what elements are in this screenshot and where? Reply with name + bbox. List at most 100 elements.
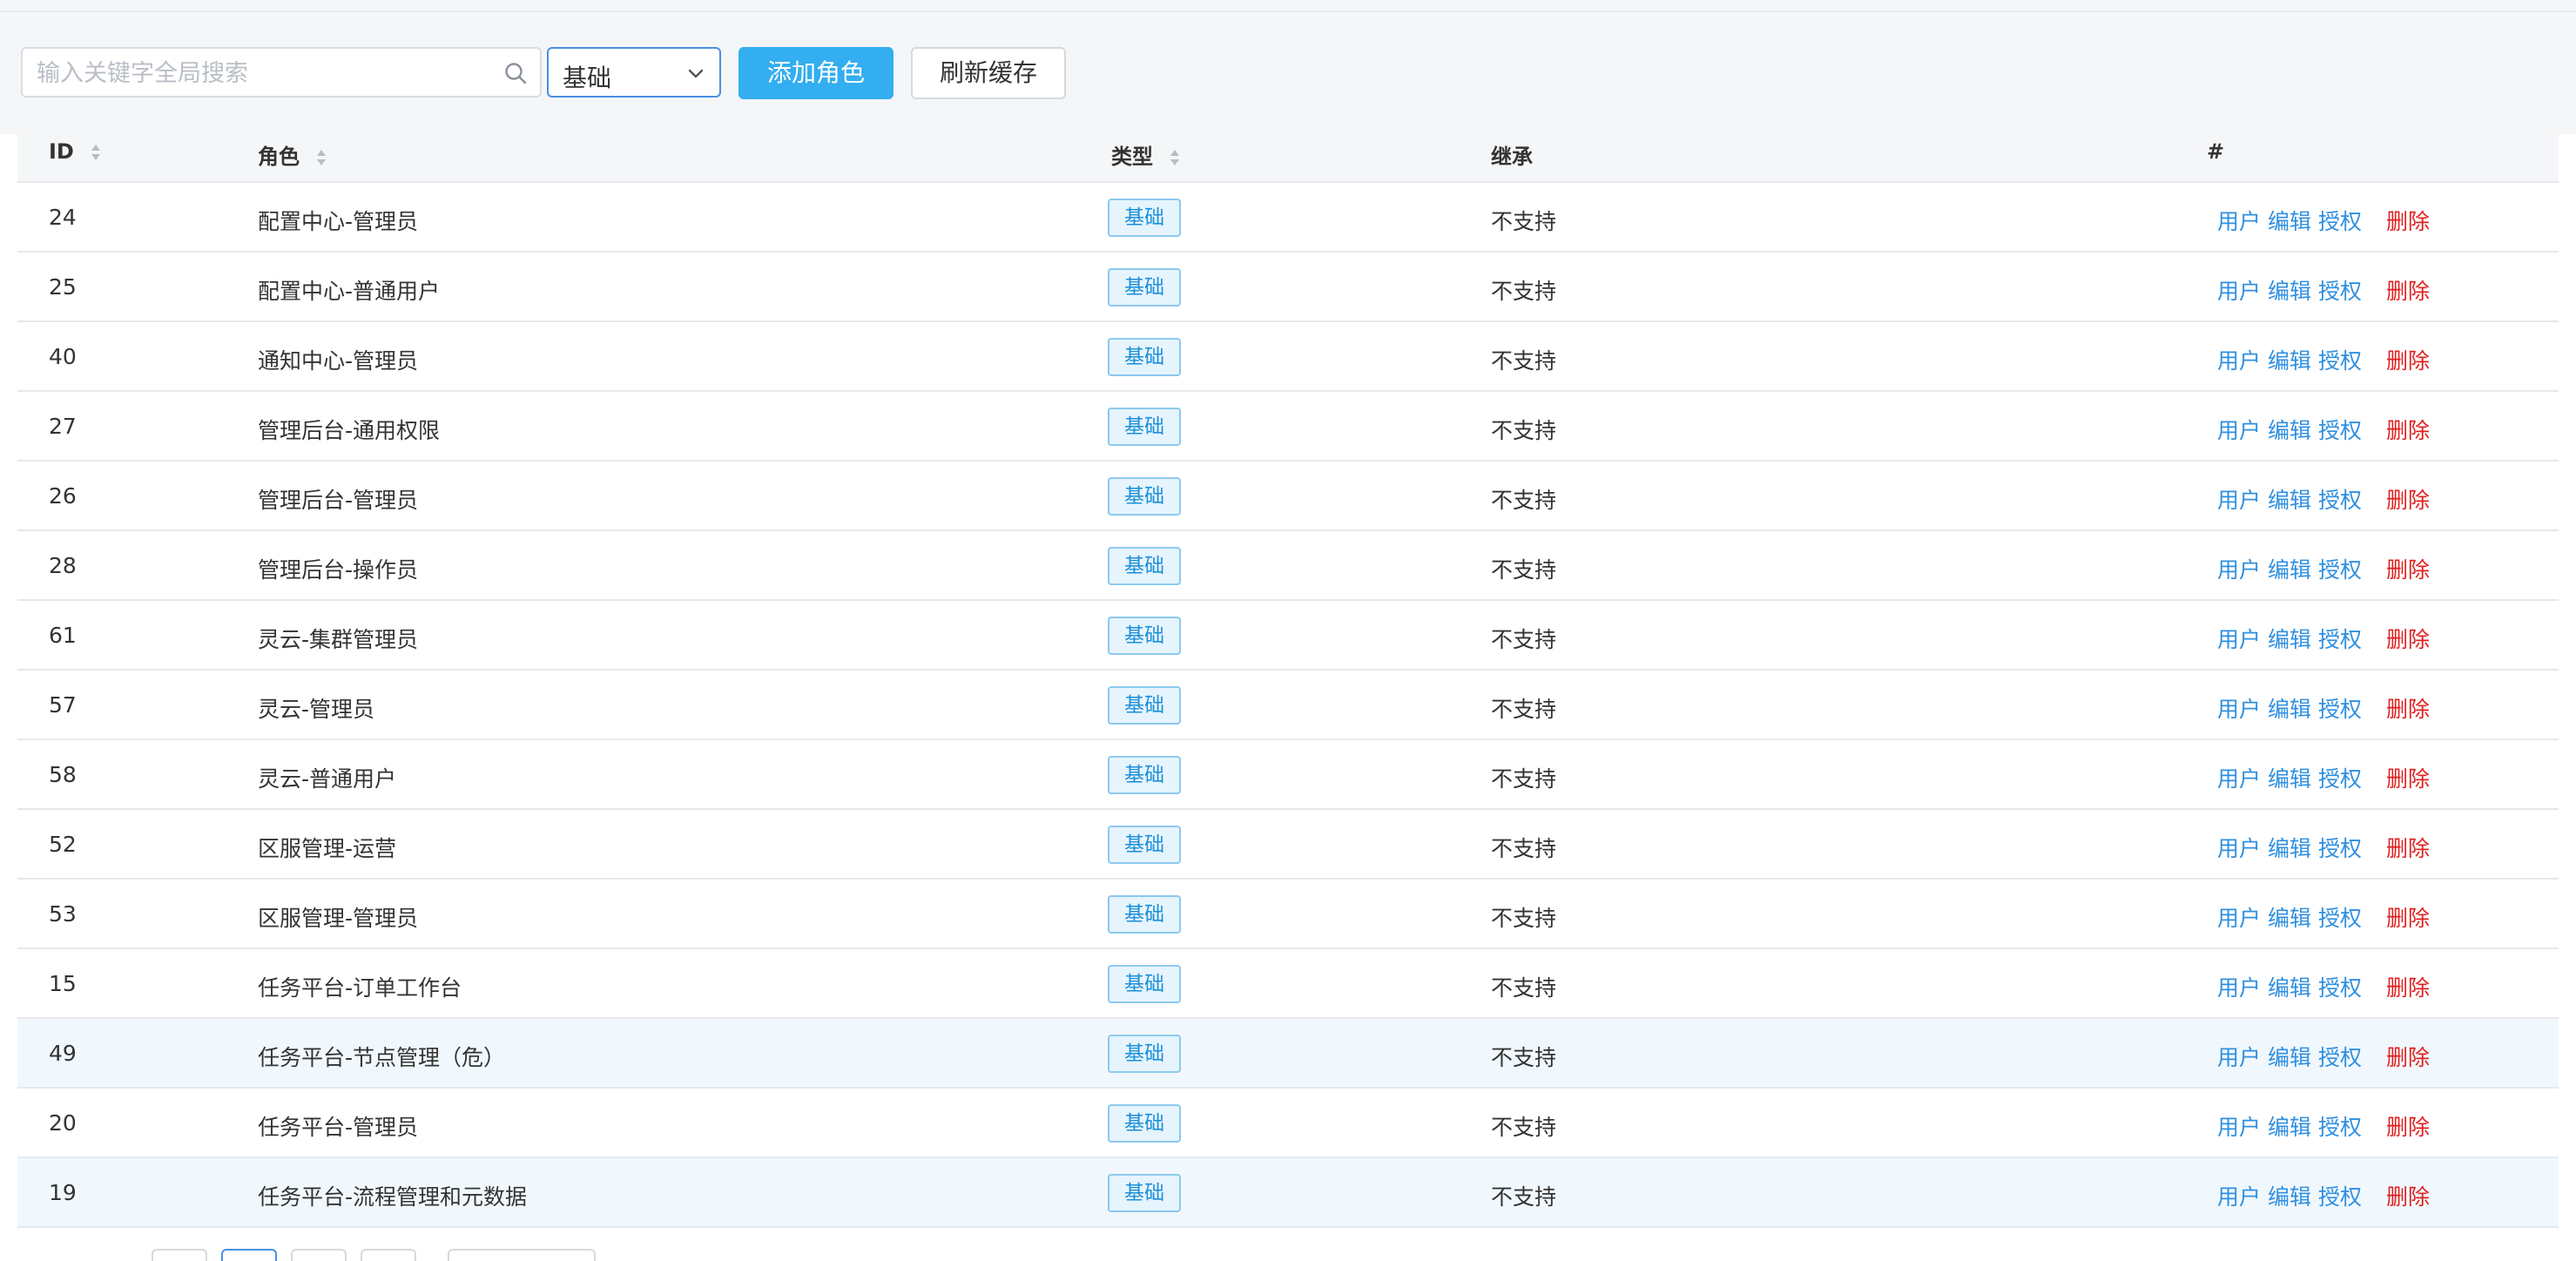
pagination-page[interactable] [291, 1249, 347, 1261]
edit-link[interactable]: 编辑 [2268, 901, 2311, 933]
grant-link[interactable]: 授权 [2318, 623, 2362, 654]
users-link[interactable]: 用户 [2217, 692, 2261, 724]
pagination-page-size-select[interactable] [448, 1249, 596, 1261]
edit-link[interactable]: 编辑 [2268, 1110, 2311, 1142]
users-link[interactable]: 用户 [2217, 762, 2261, 793]
grant-link[interactable]: 授权 [2318, 205, 2362, 236]
delete-link[interactable]: 删除 [2386, 553, 2430, 584]
edit-link[interactable]: 编辑 [2268, 1041, 2311, 1072]
pagination-next-button[interactable] [361, 1249, 416, 1261]
table-row: 24 配置中心-管理员 基础 不支持 用户 编辑 授权 删除 [17, 183, 2559, 253]
role-name: 配置中心-普通用户 [258, 279, 441, 304]
delete-link[interactable]: 删除 [2386, 1180, 2430, 1211]
delete-link[interactable]: 删除 [2386, 483, 2430, 515]
table-row: 40 通知中心-管理员 基础 不支持 用户 编辑 授权 删除 [17, 322, 2559, 392]
delete-link[interactable]: 删除 [2386, 414, 2430, 445]
edit-link[interactable]: 编辑 [2268, 344, 2311, 375]
column-header-id[interactable]: ID [49, 139, 102, 164]
delete-link[interactable]: 删除 [2386, 623, 2430, 654]
refresh-cache-button[interactable]: 刷新缓存 [911, 47, 1066, 99]
edit-link[interactable]: 编辑 [2268, 1180, 2311, 1211]
grant-link[interactable]: 授权 [2318, 414, 2362, 445]
edit-link[interactable]: 编辑 [2268, 414, 2311, 445]
grant-link[interactable]: 授权 [2318, 553, 2362, 584]
role-inherit: 不支持 [1491, 1115, 1557, 1140]
users-link[interactable]: 用户 [2217, 1180, 2261, 1211]
delete-link[interactable]: 删除 [2386, 762, 2430, 793]
pagination-page-current[interactable] [221, 1249, 277, 1261]
users-link[interactable]: 用户 [2217, 414, 2261, 445]
table-row: 25 配置中心-普通用户 基础 不支持 用户 编辑 授权 删除 [17, 253, 2559, 322]
edit-link[interactable]: 编辑 [2268, 553, 2311, 584]
top-strip [0, 0, 2576, 12]
sort-icon[interactable] [1169, 148, 1181, 167]
grant-link[interactable]: 授权 [2318, 274, 2362, 306]
edit-link[interactable]: 编辑 [2268, 832, 2311, 863]
role-type-tag: 基础 [1108, 1174, 1181, 1212]
edit-link[interactable]: 编辑 [2268, 274, 2311, 306]
edit-link[interactable]: 编辑 [2268, 971, 2311, 1002]
grant-link[interactable]: 授权 [2318, 1110, 2362, 1142]
delete-link[interactable]: 删除 [2386, 971, 2430, 1002]
delete-link[interactable]: 删除 [2386, 1110, 2430, 1142]
grant-link[interactable]: 授权 [2318, 1180, 2362, 1211]
users-link[interactable]: 用户 [2217, 901, 2261, 933]
table-row: 57 灵云-管理员 基础 不支持 用户 编辑 授权 删除 [17, 671, 2559, 740]
users-link[interactable]: 用户 [2217, 483, 2261, 515]
role-name: 配置中心-管理员 [258, 209, 419, 234]
role-inherit: 不支持 [1491, 209, 1557, 234]
table-row: 26 管理后台-管理员 基础 不支持 用户 编辑 授权 删除 [17, 462, 2559, 531]
users-link[interactable]: 用户 [2217, 623, 2261, 654]
delete-link[interactable]: 删除 [2386, 205, 2430, 236]
users-link[interactable]: 用户 [2217, 344, 2261, 375]
users-link[interactable]: 用户 [2217, 1110, 2261, 1142]
delete-link[interactable]: 删除 [2386, 344, 2430, 375]
users-link[interactable]: 用户 [2217, 832, 2261, 863]
role-inherit: 不支持 [1491, 488, 1557, 513]
role-type-tag: 基础 [1108, 895, 1181, 934]
delete-link[interactable]: 删除 [2386, 1041, 2430, 1072]
column-header-role[interactable]: 角色 [258, 139, 327, 170]
add-role-button[interactable]: 添加角色 [738, 47, 894, 99]
users-link[interactable]: 用户 [2217, 1041, 2261, 1072]
grant-link[interactable]: 授权 [2318, 344, 2362, 375]
users-link[interactable]: 用户 [2217, 274, 2261, 306]
users-link[interactable]: 用户 [2217, 553, 2261, 584]
search-input[interactable] [35, 54, 491, 92]
role-inherit: 不支持 [1491, 766, 1557, 792]
edit-link[interactable]: 编辑 [2268, 205, 2311, 236]
edit-link[interactable]: 编辑 [2268, 692, 2311, 724]
role-name: 灵云-管理员 [258, 697, 375, 722]
sort-icon[interactable] [315, 148, 327, 167]
grant-link[interactable]: 授权 [2318, 971, 2362, 1002]
delete-link[interactable]: 删除 [2386, 692, 2430, 724]
delete-link[interactable]: 删除 [2386, 832, 2430, 863]
search-box[interactable] [21, 47, 542, 98]
role-inherit: 不支持 [1491, 418, 1557, 443]
grant-link[interactable]: 授权 [2318, 483, 2362, 515]
delete-link[interactable]: 删除 [2386, 274, 2430, 306]
edit-link[interactable]: 编辑 [2268, 762, 2311, 793]
edit-link[interactable]: 编辑 [2268, 623, 2311, 654]
delete-link[interactable]: 删除 [2386, 901, 2430, 933]
toolbar: 基础 添加角色 刷新缓存 [0, 12, 2576, 134]
search-icon[interactable] [503, 61, 528, 85]
edit-link[interactable]: 编辑 [2268, 483, 2311, 515]
grant-link[interactable]: 授权 [2318, 901, 2362, 933]
column-header-type[interactable]: 类型 [1111, 139, 1181, 170]
grant-link[interactable]: 授权 [2318, 762, 2362, 793]
grant-link[interactable]: 授权 [2318, 832, 2362, 863]
role-inherit: 不支持 [1491, 627, 1557, 652]
pagination-prev-button[interactable] [152, 1249, 207, 1261]
sort-icon[interactable] [90, 143, 102, 162]
role-type-tag: 基础 [1108, 408, 1181, 446]
grant-link[interactable]: 授权 [2318, 692, 2362, 724]
users-link[interactable]: 用户 [2217, 971, 2261, 1002]
role-name: 管理后台-管理员 [258, 488, 419, 513]
role-id: 57 [49, 692, 77, 718]
grant-link[interactable]: 授权 [2318, 1041, 2362, 1072]
role-id: 15 [49, 971, 77, 996]
role-type-tag: 基础 [1108, 1104, 1181, 1143]
users-link[interactable]: 用户 [2217, 205, 2261, 236]
type-filter-select[interactable]: 基础 [547, 47, 721, 98]
